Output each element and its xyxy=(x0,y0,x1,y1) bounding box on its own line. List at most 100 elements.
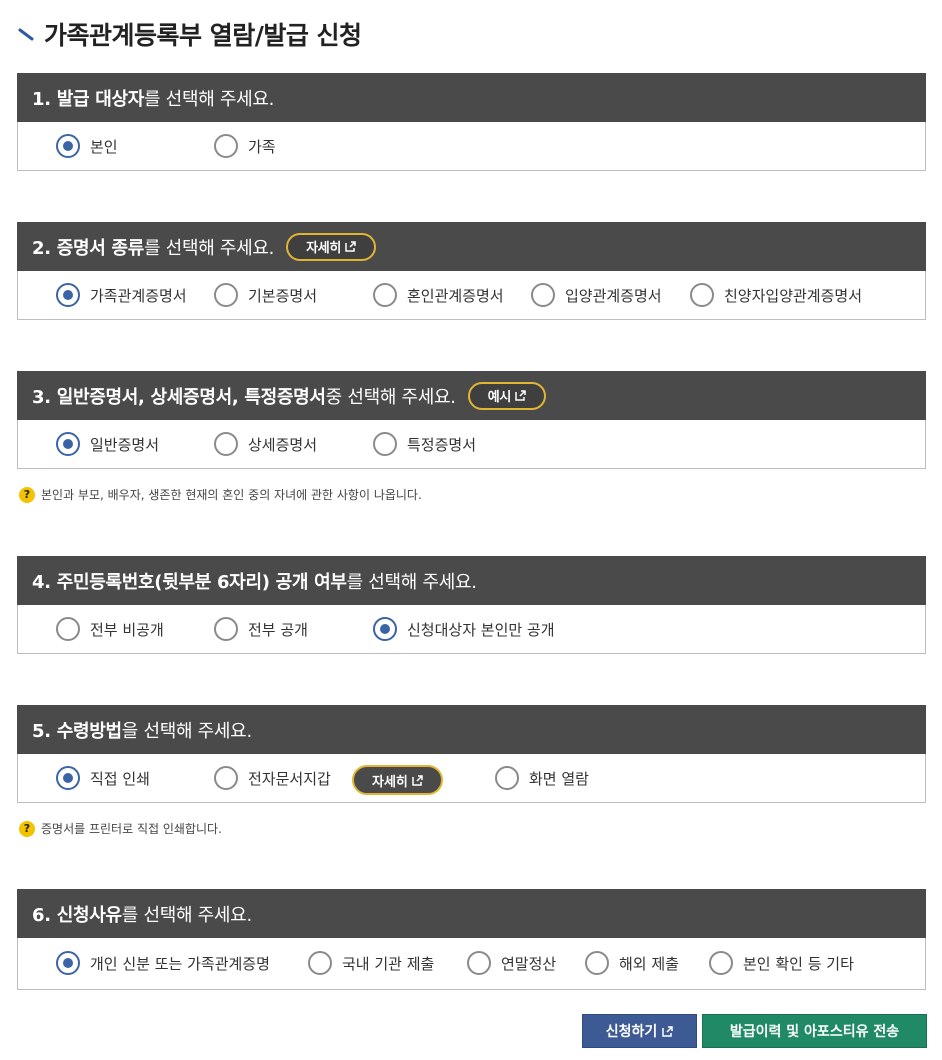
section-title-rest: 를 선택해 주세요. xyxy=(144,88,275,110)
section-header: 6. 신청사유 를 선택해 주세요. xyxy=(17,889,926,938)
radio-icon[interactable] xyxy=(56,766,80,790)
radio-icon[interactable] xyxy=(56,432,80,456)
option-domestic[interactable]: 국내 기관 제출 xyxy=(308,938,434,988)
option-label: 연말정산 xyxy=(501,954,557,973)
option-label: 기본증명서 xyxy=(248,286,318,305)
details-button[interactable]: 자세히 xyxy=(352,765,443,795)
help-note: ? 증명서를 프린터로 직접 인쇄합니다. xyxy=(19,820,222,837)
external-link-icon xyxy=(345,241,356,252)
help-note: ? 본인과 부모, 배우자, 생존한 현재의 혼인 중의 자녀에 관한 사항이 … xyxy=(19,486,422,503)
option-label: 국내 기관 제출 xyxy=(342,954,435,973)
external-link-icon xyxy=(662,1025,674,1037)
option-detailed[interactable]: 상세증명서 xyxy=(214,420,317,468)
section-title-bold: 5. 수령방법 xyxy=(32,720,122,742)
section-title-rest: 를 선택해 주세요. xyxy=(346,571,477,593)
radio-icon[interactable] xyxy=(56,951,80,975)
send-apostille-button[interactable]: 발급이력 및 아포스티유 전송 xyxy=(702,1014,927,1048)
option-self-only[interactable]: 신청대상자 본인만 공개 xyxy=(373,605,555,653)
section-reason: 6. 신청사유 를 선택해 주세요. 개인 신분 또는 가족관계증명 국내 기관 … xyxy=(17,889,926,990)
title-slash-icon xyxy=(18,28,34,41)
option-label: 직접 인쇄 xyxy=(90,769,150,788)
option-all-private[interactable]: 전부 비공개 xyxy=(56,605,164,653)
radio-icon[interactable] xyxy=(214,134,238,158)
option-label: 일반증명서 xyxy=(90,435,160,454)
section-header: 1. 발급 대상자 를 선택해 주세요. xyxy=(17,73,926,122)
section-title-bold: 4. 주민등록번호(뒷부분 6자리) 공개 여부 xyxy=(32,571,347,593)
section-title-rest: 를 선택해 주세요. xyxy=(144,237,275,259)
option-label: 본인 xyxy=(90,137,118,156)
option-specific[interactable]: 특정증명서 xyxy=(373,420,476,468)
option-label: 전부 공개 xyxy=(248,620,308,639)
option-label: 가족관계증명서 xyxy=(90,286,187,305)
section-cert-type: 2. 증명서 종류 를 선택해 주세요. 자세히 가족관계증명서 기본증명서 혼인… xyxy=(17,222,926,320)
option-label: 신청대상자 본인만 공개 xyxy=(407,620,555,639)
option-screen-view[interactable]: 화면 열람 xyxy=(495,754,589,802)
section-title-bold: 1. 발급 대상자 xyxy=(32,88,144,110)
radio-icon[interactable] xyxy=(373,283,397,307)
section-header: 2. 증명서 종류 를 선택해 주세요. 자세히 xyxy=(17,222,926,271)
radio-icon[interactable] xyxy=(214,617,238,641)
option-family-relation[interactable]: 가족관계증명서 xyxy=(56,271,187,319)
section-receive-method: 5. 수령방법 을 선택해 주세요. 직접 인쇄 전자문서지갑 자세히 화면 열람 xyxy=(17,705,926,803)
example-button[interactable]: 예시 xyxy=(467,381,547,410)
radio-icon[interactable] xyxy=(214,766,238,790)
option-row: 개인 신분 또는 가족관계증명 국내 기관 제출 연말정산 해외 제출 본인 확… xyxy=(17,938,926,990)
section-title-bold: 2. 증명서 종류 xyxy=(32,237,144,259)
help-note-text: 본인과 부모, 배우자, 생존한 현재의 혼인 중의 자녀에 관한 사항이 나옵… xyxy=(41,488,422,502)
radio-icon[interactable] xyxy=(531,283,555,307)
section-header: 3. 일반증명서, 상세증명서, 특정증명서 중 선택해 주세요. 예시 xyxy=(17,371,926,420)
option-basic[interactable]: 기본증명서 xyxy=(214,271,317,319)
option-e-wallet[interactable]: 전자문서지갑 xyxy=(214,754,331,802)
radio-icon[interactable] xyxy=(373,432,397,456)
radio-icon[interactable] xyxy=(585,951,609,975)
option-label: 화면 열람 xyxy=(529,769,589,788)
section-target: 1. 발급 대상자 를 선택해 주세요. 본인 가족 xyxy=(17,73,926,171)
option-label: 가족 xyxy=(248,137,276,156)
option-adoption[interactable]: 입양관계증명서 xyxy=(531,271,662,319)
radio-icon[interactable] xyxy=(214,432,238,456)
radio-icon[interactable] xyxy=(373,617,397,641)
option-tax[interactable]: 연말정산 xyxy=(467,938,556,988)
example-label: 예시 xyxy=(487,390,512,405)
section-title-bold: 6. 신청사유 xyxy=(32,904,122,926)
option-row: 가족관계증명서 기본증명서 혼인관계증명서 입양관계증명서 친양자입양관계증명서 xyxy=(17,271,926,320)
apply-button[interactable]: 신청하기 xyxy=(582,1014,697,1048)
radio-icon[interactable] xyxy=(709,951,733,975)
option-label: 친양자입양관계증명서 xyxy=(724,286,863,305)
section-rrn-disclosure: 4. 주민등록번호(뒷부분 6자리) 공개 여부 를 선택해 주세요. 전부 비공… xyxy=(17,556,926,654)
option-print[interactable]: 직접 인쇄 xyxy=(56,754,150,802)
details-button[interactable]: 자세히 xyxy=(286,232,377,261)
question-icon: ? xyxy=(19,820,35,837)
option-full-adoption[interactable]: 친양자입양관계증명서 xyxy=(690,271,862,319)
option-label: 상세증명서 xyxy=(248,435,318,454)
option-row: 직접 인쇄 전자문서지갑 자세히 화면 열람 xyxy=(17,754,926,803)
option-all-public[interactable]: 전부 공개 xyxy=(214,605,308,653)
option-identity[interactable]: 개인 신분 또는 가족관계증명 xyxy=(56,938,270,988)
option-row: 전부 비공개 전부 공개 신청대상자 본인만 공개 xyxy=(17,605,926,654)
radio-icon[interactable] xyxy=(690,283,714,307)
option-row: 본인 가족 xyxy=(17,122,926,171)
radio-icon[interactable] xyxy=(495,766,519,790)
section-title-rest: 를 선택해 주세요. xyxy=(121,904,252,926)
option-other[interactable]: 본인 확인 등 기타 xyxy=(709,938,854,988)
question-icon: ? xyxy=(19,486,35,503)
radio-icon[interactable] xyxy=(56,617,80,641)
section-header: 4. 주민등록번호(뒷부분 6자리) 공개 여부 를 선택해 주세요. xyxy=(17,556,926,605)
send-label: 발급이력 및 아포스티유 전송 xyxy=(729,1024,900,1040)
section-title-bold: 3. 일반증명서, 상세증명서, 특정증명서 xyxy=(32,386,326,408)
option-marriage[interactable]: 혼인관계증명서 xyxy=(373,271,504,319)
option-family[interactable]: 가족 xyxy=(214,122,276,170)
page-title-text: 가족관계등록부 열람/발급 신청 xyxy=(44,21,362,50)
radio-icon[interactable] xyxy=(56,283,80,307)
radio-icon[interactable] xyxy=(467,951,491,975)
option-general[interactable]: 일반증명서 xyxy=(56,420,159,468)
radio-icon[interactable] xyxy=(308,951,332,975)
external-link-icon xyxy=(412,774,423,786)
radio-icon[interactable] xyxy=(214,283,238,307)
apply-label: 신청하기 xyxy=(605,1024,658,1040)
radio-icon[interactable] xyxy=(56,134,80,158)
option-row: 일반증명서 상세증명서 특정증명서 xyxy=(17,420,926,469)
details-label: 자세히 xyxy=(372,774,408,790)
option-overseas[interactable]: 해외 제출 xyxy=(585,938,679,988)
option-self[interactable]: 본인 xyxy=(56,122,118,170)
